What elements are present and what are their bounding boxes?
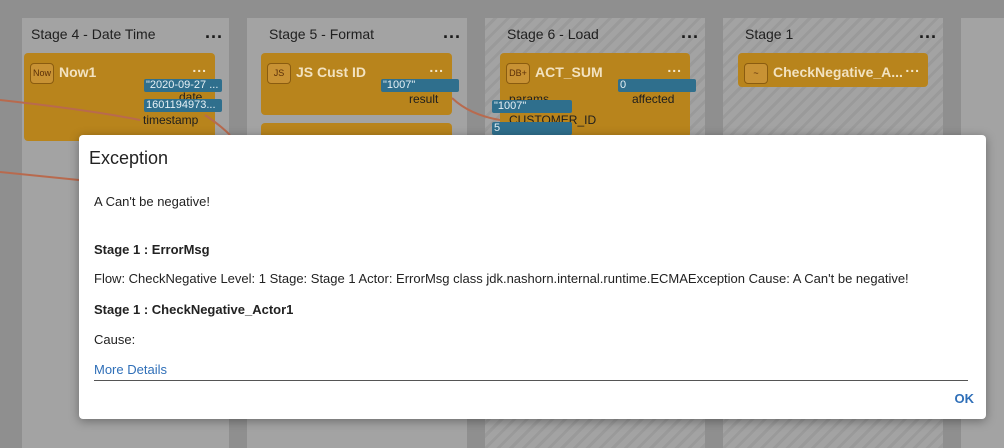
horizontal-scrollbar[interactable] (94, 380, 968, 381)
section2-text: Cause: (94, 332, 136, 347)
exception-message: A Can't be negative! (94, 194, 210, 209)
section1-text: Flow: CheckNegative Level: 1 Stage: Stag… (94, 271, 909, 286)
exception-dialog: Exception A Can't be negative! Stage 1 :… (79, 135, 986, 419)
more-details-link[interactable]: More Details (94, 362, 167, 377)
dialog-title: Exception (89, 148, 169, 168)
section1-title: Stage 1 : ErrorMsg (94, 242, 210, 257)
section2-title: Stage 1 : CheckNegative_Actor1 (94, 302, 294, 317)
ok-button[interactable]: OK (955, 391, 975, 406)
